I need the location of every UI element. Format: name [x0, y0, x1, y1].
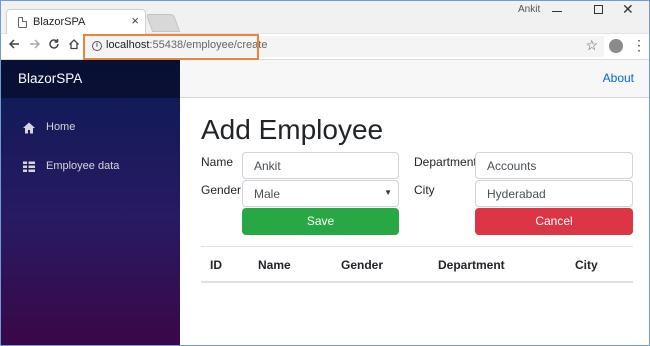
table-header-city: City — [575, 258, 598, 272]
department-label: Department — [414, 155, 477, 169]
name-label: Name — [201, 155, 234, 169]
back-icon[interactable] — [8, 38, 20, 54]
forward-icon[interactable] — [29, 38, 41, 54]
browser-toolbar: i localhost:55438/employee/create ☆ ⋮ — [0, 34, 650, 60]
about-link[interactable]: About — [603, 71, 634, 85]
chevron-down-icon: ▼ — [384, 188, 392, 197]
table-header-id: ID — [210, 258, 222, 272]
table-header-name: Name — [258, 258, 291, 272]
reload-icon[interactable] — [48, 38, 60, 54]
main-content: Add Employee Name Ankit Department Accou… — [180, 98, 650, 346]
bookmark-star-icon[interactable]: ☆ — [585, 37, 598, 54]
table-header-border — [201, 281, 633, 283]
minimize-icon[interactable] — [552, 11, 562, 12]
city-input-value: Hyderabad — [487, 187, 546, 201]
name-input-value: Ankit — [254, 159, 281, 173]
home-nav-icon[interactable] — [68, 38, 80, 54]
profile-name[interactable]: Ankit — [518, 4, 540, 15]
home-icon — [22, 121, 36, 135]
list-icon — [22, 160, 36, 174]
maximize-icon[interactable] — [594, 5, 603, 14]
browser-tab[interactable]: BlazorSPA × — [6, 9, 146, 35]
gender-select-value: Male — [254, 187, 281, 201]
address-highlight-box — [83, 34, 259, 60]
save-button[interactable]: Save — [242, 208, 399, 235]
window-close-icon[interactable]: ✕ — [622, 0, 634, 18]
tab-title: BlazorSPA — [33, 16, 86, 28]
browser-titlebar: BlazorSPA × Ankit ✕ — [0, 0, 650, 35]
extension-icon[interactable] — [609, 39, 623, 53]
name-input[interactable]: Ankit — [242, 152, 399, 179]
sidebar-header: BlazorSPA — [0, 60, 180, 98]
department-input-value: Accounts — [487, 159, 537, 173]
browser-menu-icon[interactable]: ⋮ — [632, 37, 646, 53]
page-title: Add Employee — [201, 114, 384, 145]
new-tab-button[interactable] — [145, 14, 181, 32]
gender-select[interactable]: Male ▼ — [242, 180, 399, 207]
gender-label: Gender — [201, 183, 242, 197]
top-row: About — [180, 60, 650, 98]
sidebar-item-home[interactable]: Home — [0, 114, 180, 144]
brand-link[interactable]: BlazorSPA — [18, 71, 82, 86]
table-header-department: Department — [438, 258, 505, 272]
department-input[interactable]: Accounts — [475, 152, 633, 179]
page-icon — [18, 17, 27, 28]
city-label: City — [414, 183, 435, 197]
sidebar: BlazorSPA Home Employee data — [0, 60, 180, 346]
table-header-gender: Gender — [341, 258, 384, 272]
cancel-button[interactable]: Cancel — [475, 208, 633, 235]
table-top-border — [201, 246, 633, 247]
sidebar-item-employee-data[interactable]: Employee data — [0, 153, 180, 183]
tab-close-icon[interactable]: × — [131, 14, 139, 28]
sidebar-item-label: Employee data — [46, 160, 120, 172]
city-input[interactable]: Hyderabad — [475, 180, 633, 207]
sidebar-item-label: Home — [46, 121, 76, 133]
